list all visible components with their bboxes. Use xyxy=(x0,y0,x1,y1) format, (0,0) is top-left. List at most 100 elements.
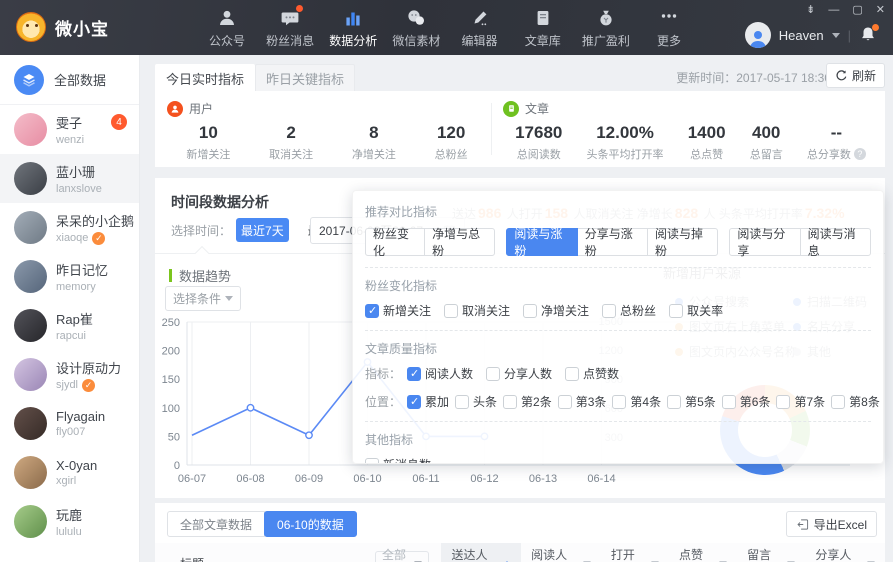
primary-nav: 公众号 粉丝消息 数据分析 微信素材 编辑器 文章库 推广盈利 更多 xyxy=(198,5,698,49)
layers-icon xyxy=(14,64,44,95)
checkbox-position-8[interactable]: 第8条 xyxy=(831,393,880,410)
compare-read-vs-message-button[interactable]: 阅读与消息 xyxy=(799,227,871,258)
article-data-tabs: 全部文章数据 06-10的数据 xyxy=(167,511,357,537)
article-stat-icon xyxy=(503,100,519,117)
checkbox-unfollow[interactable]: 取消关注 xyxy=(444,302,510,319)
checkbox-position-5[interactable]: 第5条 xyxy=(667,393,716,410)
svg-text:06-08: 06-08 xyxy=(236,473,264,485)
range-last7days-button[interactable]: 最近7天 xyxy=(236,218,289,242)
maximize-icon[interactable]: ▢ xyxy=(852,5,862,16)
window-controls: ⇟ — ▢ ✕ xyxy=(806,5,885,16)
compare-share-vs-growth-button[interactable]: 分享与涨粉 xyxy=(576,227,649,258)
checkbox-total-fans[interactable]: 总粉丝 xyxy=(602,302,656,319)
nav-item-fan-messages[interactable]: 粉丝消息 xyxy=(261,5,319,49)
checkbox-position-sum[interactable]: 累加 xyxy=(407,393,449,410)
sidebar-account-fly007[interactable]: Flyagain fly007 xyxy=(0,399,139,448)
svg-text:250: 250 xyxy=(162,317,180,329)
stat-total-reads: 17680 总阅读数 xyxy=(515,123,563,161)
tab-yesterday-key[interactable]: 昨日关键指标 xyxy=(255,64,355,92)
checkbox-new-follow[interactable]: 新增关注 xyxy=(365,302,431,319)
column-comments[interactable]: 留言数 xyxy=(737,543,805,562)
column-likes[interactable]: 点赞数 xyxy=(669,543,737,562)
sidebar-item-all-data[interactable]: 全部数据 xyxy=(0,55,139,105)
sidebar-account-xiaoqe[interactable]: 呆呆的小企鹅 xiaoqe ✓ xyxy=(0,203,139,252)
checkbox-share-count[interactable]: 分享人数 xyxy=(486,365,552,382)
avatar xyxy=(14,162,47,195)
nav-item-wechat-material[interactable]: 微信素材 xyxy=(387,7,445,49)
account-sidebar: 全部数据 雯子 wenzi 4 蓝小珊 lanxslove 呆呆的小企鹅 xia… xyxy=(0,55,140,562)
date-0610-tab[interactable]: 06-10的数据 xyxy=(264,511,357,537)
svg-text:06-10: 06-10 xyxy=(353,473,381,485)
stat-net-follow: 8 净增关注 xyxy=(351,123,396,161)
pen-icon xyxy=(469,7,491,29)
checkbox-new-messages[interactable]: 新消息数 xyxy=(365,456,431,463)
nav-label: 文章库 xyxy=(524,34,561,48)
compare-read-vs-share-button[interactable]: 阅读与分享 xyxy=(729,227,801,258)
compare-net-vs-total-button[interactable]: 净增与总粉 xyxy=(424,227,496,258)
column-readers[interactable]: 阅读人数 xyxy=(521,543,601,562)
export-excel-button[interactable]: 导出Excel xyxy=(785,511,877,537)
export-icon xyxy=(797,518,808,530)
main-content: 今日实时指标 昨日关键指标 更新时间：2017-05-17 18:30 刷新 用… xyxy=(140,55,893,562)
checkbox-read-count[interactable]: 阅读人数 xyxy=(407,365,473,382)
account-name: 昨日记忆 xyxy=(56,263,109,278)
section-accent-bar xyxy=(169,269,172,282)
all-articles-tab[interactable]: 全部文章数据 xyxy=(167,511,266,537)
checkbox-like-count[interactable]: 点赞数 xyxy=(565,365,619,382)
dashed-divider xyxy=(365,421,871,422)
stat-new-follow: 10 新增关注 xyxy=(186,123,231,161)
fan-metric-options: 新增关注 取消关注 净增关注 总粉丝 取关率 xyxy=(365,302,871,319)
avatar xyxy=(14,505,47,538)
unread-count-badge: 4 xyxy=(111,114,127,130)
nav-label: 公众号 xyxy=(208,34,245,48)
condition-select[interactable]: 选择条件 xyxy=(165,286,241,311)
sidebar-account-memory[interactable]: 昨日记忆 memory xyxy=(0,252,139,301)
checkbox-position-4[interactable]: 第4条 xyxy=(612,393,661,410)
pin-collapse-icon[interactable]: ⇟ xyxy=(806,5,815,16)
svg-text:50: 50 xyxy=(168,431,180,443)
compare-read-vs-growth-button[interactable]: 阅读与涨粉 xyxy=(506,227,578,258)
sidebar-account-wenzi[interactable]: 雯子 wenzi 4 xyxy=(0,105,139,154)
checkbox-position-6[interactable]: 第6条 xyxy=(721,393,770,410)
checkbox-position-headline[interactable]: 头条 xyxy=(455,393,497,410)
compare-read-vs-loss-button[interactable]: 阅读与掉粉 xyxy=(647,227,719,258)
checkbox-position-7[interactable]: 第7条 xyxy=(776,393,825,410)
compare-fan-change-button[interactable]: 粉丝变化 xyxy=(365,227,426,258)
minimize-icon[interactable]: — xyxy=(828,5,839,16)
column-shares[interactable]: 分享人数 xyxy=(805,543,885,562)
chevron-down-icon xyxy=(831,32,840,38)
table-header-row: 标题 全部位置 送达人数 阅读人数 打开率 点赞数 xyxy=(155,543,885,562)
nav-label: 编辑器 xyxy=(461,34,498,48)
nav-item-promotion[interactable]: 推广盈利 xyxy=(577,7,635,49)
nav-item-editor[interactable]: 编辑器 xyxy=(451,7,509,49)
nav-label: 微信素材 xyxy=(392,34,441,48)
svg-text:06-12: 06-12 xyxy=(470,473,498,485)
checkbox-position-3[interactable]: 第3条 xyxy=(557,393,606,410)
column-delivered[interactable]: 送达人数 xyxy=(441,543,522,562)
help-icon[interactable]: ? xyxy=(853,148,866,160)
sidebar-account-rapcui[interactable]: Rap崔 rapcui xyxy=(0,301,139,350)
nav-item-official-accounts[interactable]: 公众号 xyxy=(198,7,256,49)
divider xyxy=(491,103,492,155)
sidebar-account-xgirl[interactable]: X-0yan xgirl xyxy=(0,448,139,497)
avatar xyxy=(14,309,47,342)
sidebar-account-lanxslove[interactable]: 蓝小珊 lanxslove xyxy=(0,154,139,203)
close-icon[interactable]: ✕ xyxy=(876,5,885,16)
sidebar-account-lululu[interactable]: 玩鹿 lululu xyxy=(0,497,139,546)
tab-today-realtime[interactable]: 今日实时指标 xyxy=(155,64,255,92)
checkbox-unfollow-rate[interactable]: 取关率 xyxy=(669,302,723,319)
nav-item-data-analysis[interactable]: 数据分析 xyxy=(324,7,382,49)
sidebar-account-sjydl[interactable]: 设计原动力 sjydl ✓ xyxy=(0,350,139,399)
refresh-button[interactable]: 刷新 xyxy=(825,63,885,88)
checkbox-position-2[interactable]: 第2条 xyxy=(503,393,552,410)
position-filter-select[interactable]: 全部位置 xyxy=(375,548,430,562)
notifications-button[interactable] xyxy=(859,24,879,45)
divider: | xyxy=(847,27,851,43)
user-menu[interactable]: Heaven | xyxy=(744,22,879,48)
checkbox-net-follow[interactable]: 净增关注 xyxy=(523,302,589,319)
nav-item-more[interactable]: 更多 xyxy=(640,7,698,49)
svg-text:100: 100 xyxy=(162,403,180,415)
app-window: ⇟ — ▢ ✕ 微小宝 公众号 粉丝消息 数据分析 微信素材 编辑器 文章库 推… xyxy=(0,0,893,562)
column-open-rate[interactable]: 打开率 xyxy=(601,543,669,562)
nav-item-article-library[interactable]: 文章库 xyxy=(514,7,572,49)
